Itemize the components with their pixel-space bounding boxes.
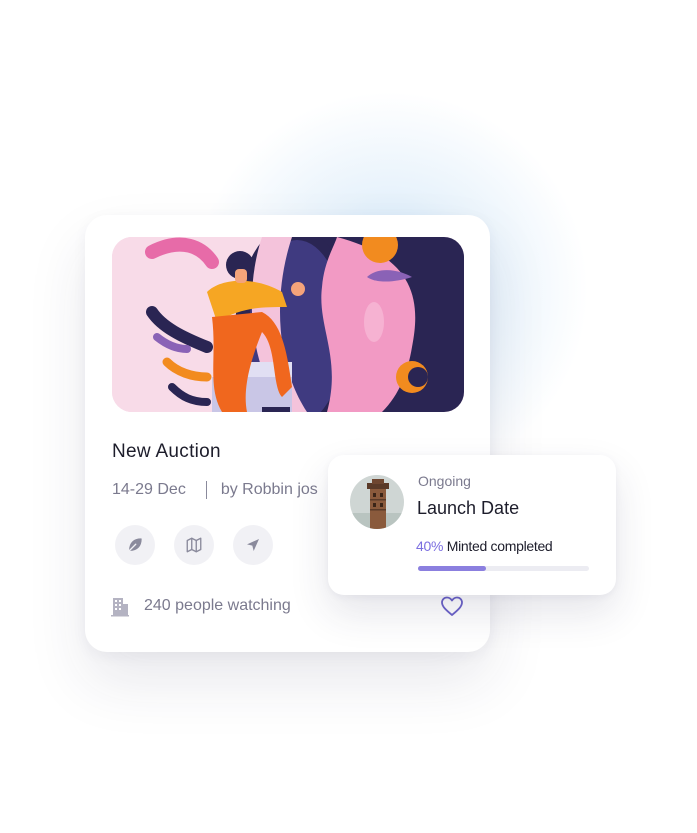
auction-artwork	[112, 237, 464, 412]
launch-popup[interactable]: Ongoing Launch Date 40% Minted completed	[328, 455, 616, 595]
send-icon	[247, 539, 259, 551]
progress-track	[418, 566, 589, 571]
leaf-icon	[128, 538, 142, 552]
progress-fill	[418, 566, 487, 571]
auction-author[interactable]: by Robbin jos	[221, 481, 318, 499]
watchers-count: 240 people watching	[144, 597, 291, 614]
map-button[interactable]	[174, 525, 214, 565]
meta-divider	[205, 481, 207, 499]
popup-title: Launch Date	[417, 498, 520, 518]
like-button[interactable]	[440, 595, 464, 622]
map-icon	[186, 537, 202, 553]
status-label: Ongoing	[418, 473, 471, 489]
send-button[interactable]	[233, 525, 273, 565]
minted-text: Minted completed	[446, 538, 553, 554]
auction-title: New Auction	[112, 441, 221, 462]
leaf-button[interactable]	[115, 525, 155, 565]
building-icon	[111, 598, 129, 617]
minted-progress-label: 40% Minted completed	[416, 538, 553, 554]
heart-icon	[441, 596, 463, 616]
tower-avatar	[350, 475, 404, 529]
auction-meta: 14-29 Dec by Robbin jos	[112, 481, 318, 499]
action-icons	[115, 525, 273, 565]
watchers: 240 people watching	[110, 595, 291, 617]
minted-percent: 40%	[416, 538, 444, 554]
auction-date: 14-29 Dec	[112, 481, 186, 498]
